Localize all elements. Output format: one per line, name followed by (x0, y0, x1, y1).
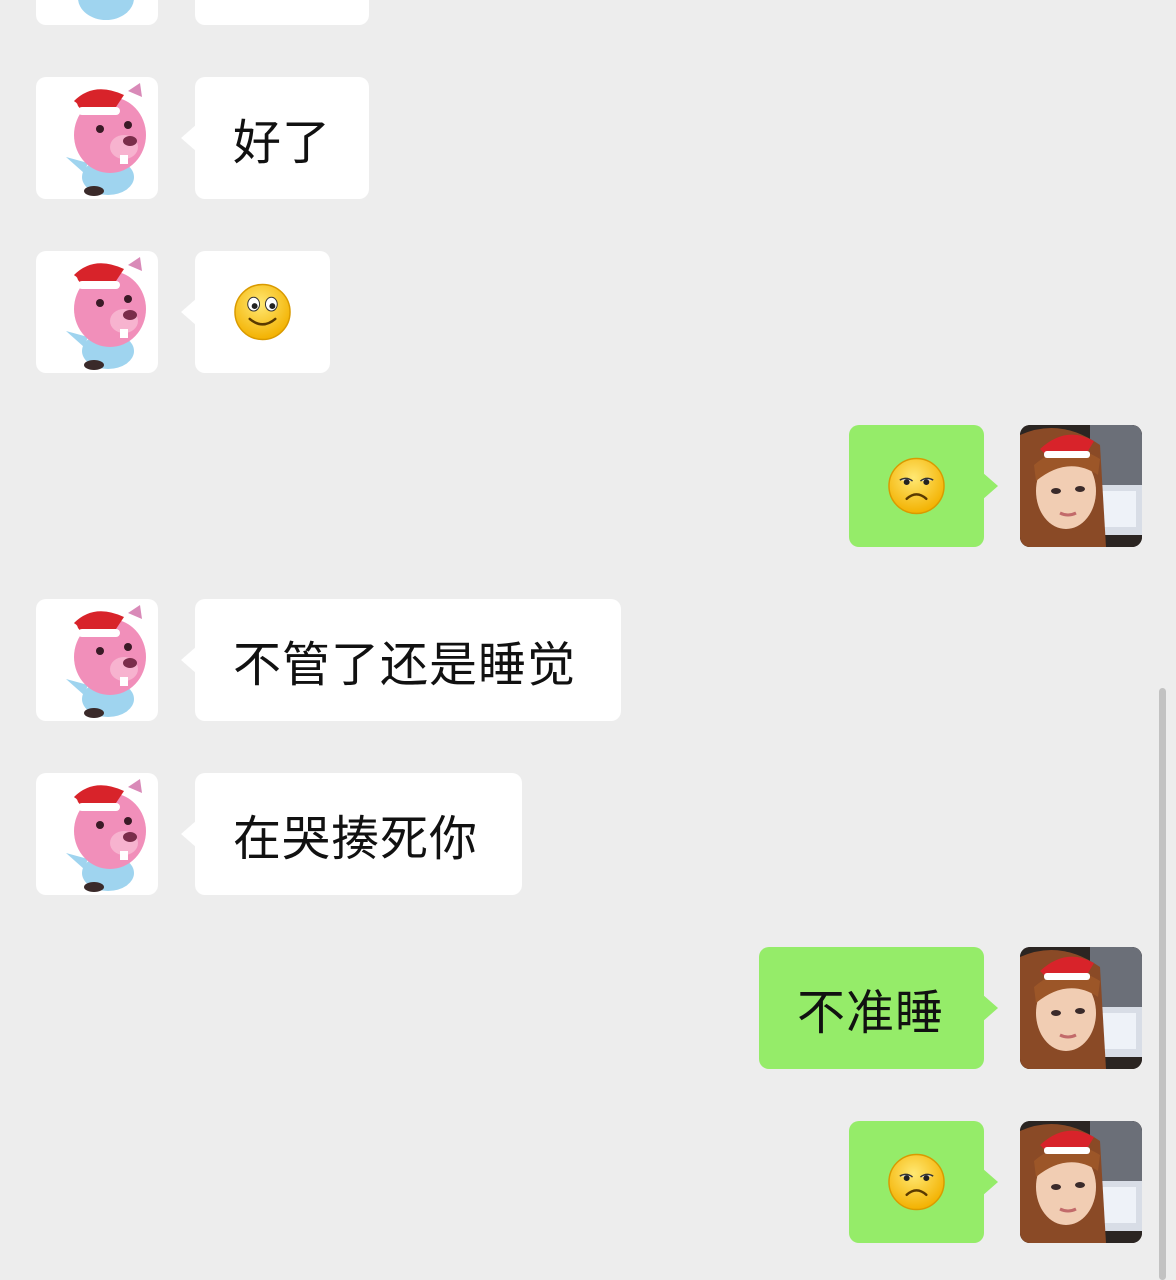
profile-photo-icon (1020, 947, 1142, 1069)
message-bubble-incoming[interactable]: 好了 (181, 77, 369, 199)
beaver-avatar-icon (66, 257, 146, 370)
chat-message-list[interactable]: 好了 不管了还是睡觉 在哭揍死你 不准睡 (0, 0, 1176, 1280)
message-text: 在哭揍死你 (233, 811, 479, 867)
contact-avatar[interactable] (36, 773, 158, 895)
beaver-avatar-icon (66, 605, 146, 718)
profile-photo-icon (1020, 1121, 1142, 1243)
my-avatar[interactable] (1020, 425, 1142, 547)
message-text: 好了 (233, 115, 332, 171)
message-bubble-outgoing[interactable] (849, 425, 998, 547)
beaver-avatar-icon (66, 83, 146, 196)
contact-avatar[interactable] (36, 599, 158, 721)
message-bubble-incoming[interactable] (181, 251, 330, 373)
message-bubble-incoming[interactable]: 不管了还是睡觉 (181, 599, 621, 721)
message-bubble-incoming[interactable] (195, 0, 369, 25)
beaver-avatar-icon (78, 0, 134, 20)
smile-emoji-icon (234, 283, 291, 341)
message-text: 不管了还是睡觉 (233, 637, 577, 693)
profile-photo-icon (1020, 425, 1142, 547)
message-text: 不准睡 (797, 985, 945, 1041)
contact-avatar[interactable] (36, 77, 158, 199)
message-bubble-outgoing[interactable]: 不准睡 (759, 947, 998, 1069)
contact-avatar[interactable] (36, 0, 158, 25)
my-avatar[interactable] (1020, 1121, 1142, 1243)
message-bubble-incoming[interactable]: 在哭揍死你 (181, 773, 522, 895)
message-bubble-outgoing[interactable] (849, 1121, 998, 1243)
beaver-avatar-icon (66, 779, 146, 892)
sad-emoji-icon (888, 1153, 945, 1211)
scrollbar[interactable] (1159, 688, 1166, 1280)
my-avatar[interactable] (1020, 947, 1142, 1069)
contact-avatar[interactable] (36, 251, 158, 373)
sad-emoji-icon (888, 457, 945, 515)
